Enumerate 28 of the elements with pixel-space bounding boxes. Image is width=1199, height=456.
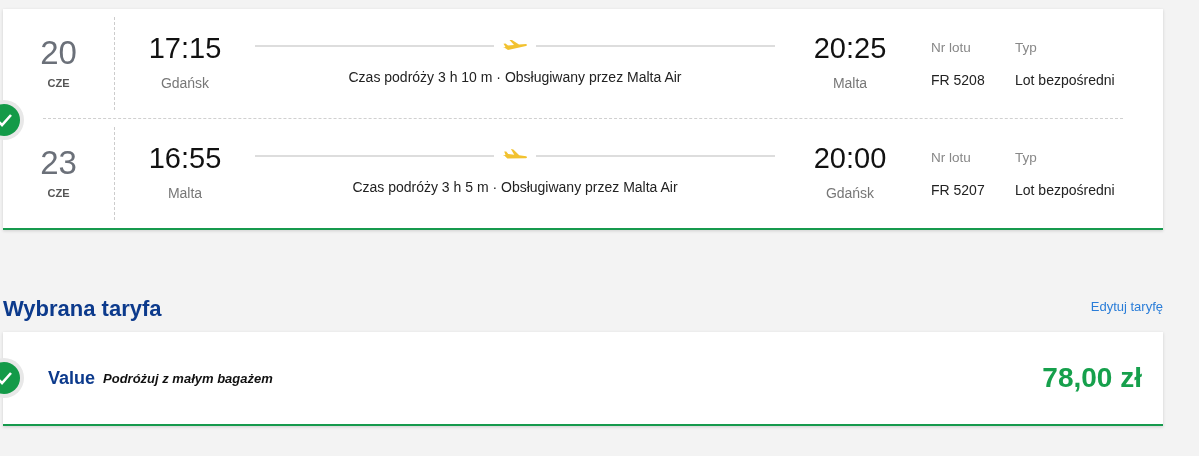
flight-number: FR 5208: [931, 71, 986, 91]
flight-type: Lot bezpośredni: [1015, 181, 1115, 201]
section-title: Wybrana taryfa: [3, 296, 162, 323]
flight-summary: Czas podróży 3 h 5 m · Obsługiwany przez Malta Air: [352, 178, 678, 197]
date-month: CZE: [47, 75, 70, 91]
fare-name: Value: [48, 366, 96, 390]
flight-type: Lot bezpośredni: [1015, 71, 1115, 91]
type-label: Typ: [1015, 39, 1038, 57]
type-label: Typ: [1015, 149, 1038, 167]
date-day: 20: [40, 35, 77, 69]
arrival-city: Gdańsk: [825, 183, 875, 203]
edit-fare-link[interactable]: Edytuj taryfę: [1090, 296, 1163, 317]
departure-time: 17:15: [148, 33, 222, 65]
fare-description: Podróżuj z małym bagażem: [103, 369, 273, 388]
arrival-time: 20:00: [813, 143, 887, 175]
fare-price: 78,00 zł: [1042, 361, 1142, 396]
plane-icon: [502, 39, 528, 53]
flight-number: FR 5207: [931, 181, 986, 201]
arrival-time: 20:25: [813, 33, 887, 65]
flight-number-label: Nr lotu: [931, 39, 972, 57]
date-month: CZE: [47, 185, 70, 201]
departure-city: Gdańsk: [160, 73, 210, 93]
flight-number-label: Nr lotu: [931, 149, 972, 167]
departure-city: Malta: [167, 183, 203, 203]
departure-time: 16:55: [148, 143, 222, 175]
arrival-city: Malta: [832, 73, 868, 93]
date-day: 23: [40, 145, 77, 179]
flight-summary: Czas podróży 3 h 10 m · Obsługiwany przez Malta Air: [348, 68, 682, 87]
